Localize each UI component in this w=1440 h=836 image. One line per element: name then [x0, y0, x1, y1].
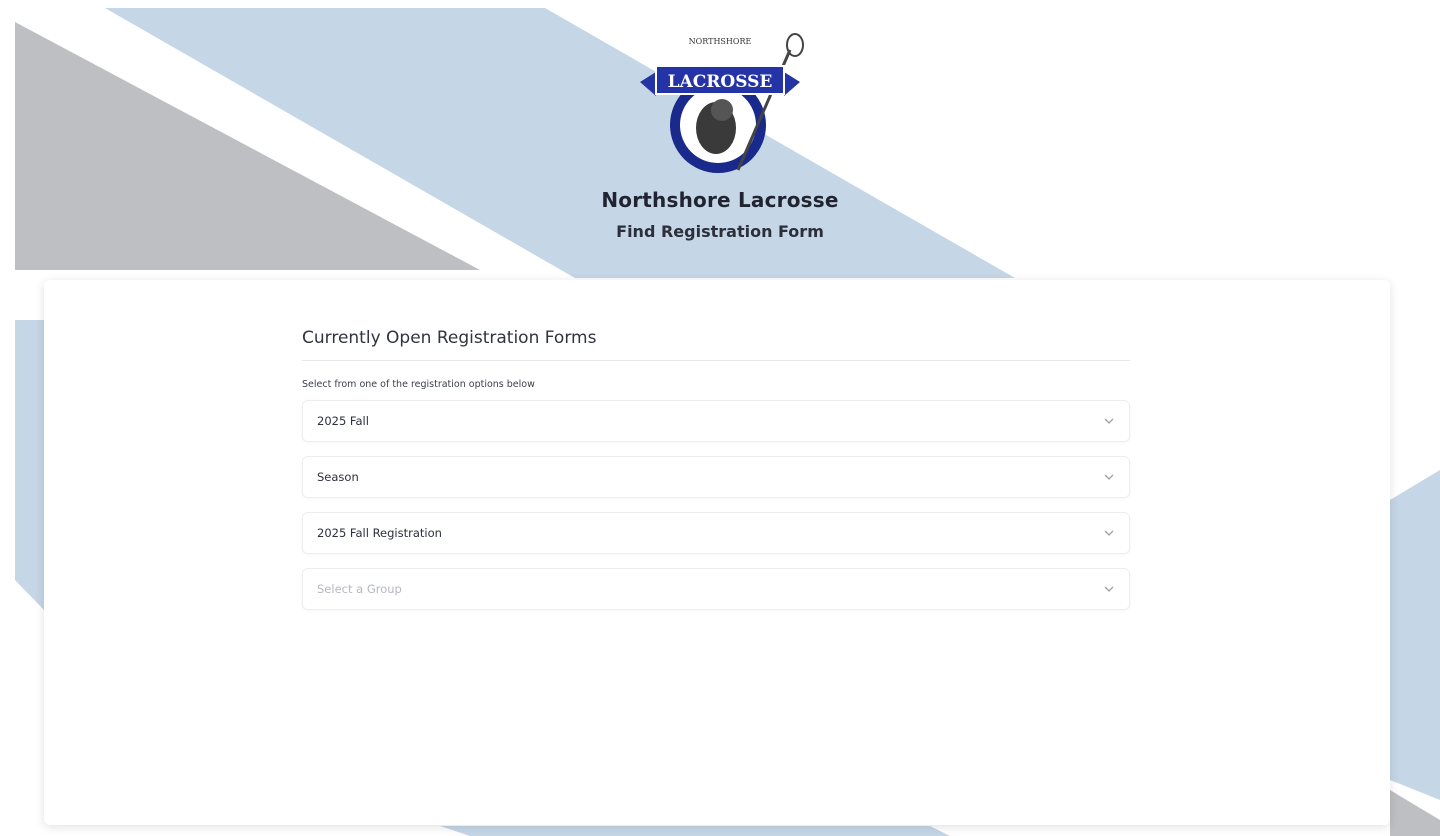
logo-banner-text: LACROSSE [668, 72, 773, 92]
select-value: 2025 Fall Registration [317, 526, 442, 540]
type-select[interactable]: Season [302, 456, 1130, 498]
blue-stripe-left [15, 320, 44, 610]
chevron-down-icon [1104, 530, 1114, 536]
chevron-down-icon [1104, 474, 1114, 480]
select-placeholder: Select a Group [317, 582, 402, 596]
instruction-text: Select from one of the registration opti… [302, 379, 535, 390]
registration-form: Currently Open Registration Forms Select… [302, 328, 1130, 610]
blue-stripe-right [1390, 470, 1440, 800]
chevron-down-icon [1104, 418, 1114, 424]
lacrosse-logo: NORTHSHORE LACROSSE [640, 33, 804, 173]
form-card: Currently Open Registration Forms Select… [44, 280, 1390, 825]
select-value: 2025 Fall [317, 414, 369, 428]
select-value: Season [317, 470, 359, 484]
blue-stripe-bottom [440, 826, 950, 836]
org-name: Northshore Lacrosse [601, 188, 839, 212]
registration-page: NORTHSHORE LACROSSE Northshore Lacrosse … [0, 0, 1440, 836]
logo-top-text: NORTHSHORE [689, 37, 752, 46]
page-header: NORTHSHORE LACROSSE Northshore Lacrosse … [520, 30, 920, 241]
page-subtitle: Find Registration Form [616, 222, 824, 241]
season-year-select[interactable]: 2025 Fall [302, 400, 1130, 442]
chevron-down-icon [1104, 586, 1114, 592]
registration-select[interactable]: 2025 Fall Registration [302, 512, 1130, 554]
group-select[interactable]: Select a Group [302, 568, 1130, 610]
section-title: Currently Open Registration Forms [302, 328, 1130, 361]
